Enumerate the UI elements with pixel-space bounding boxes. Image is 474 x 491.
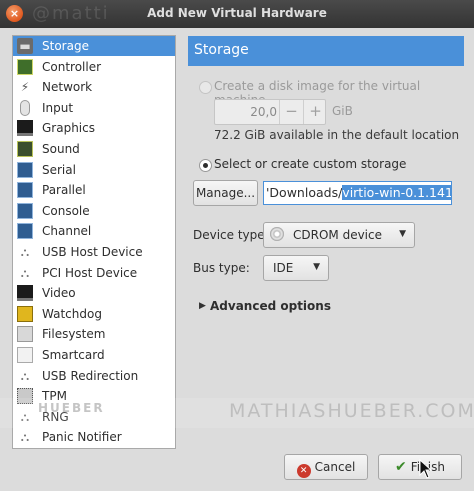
sidebar-item-label: Sound bbox=[42, 142, 80, 156]
disk-size-value: 20,0 bbox=[250, 105, 277, 119]
network-plug-icon: ⚡ bbox=[20, 80, 30, 95]
usb-icon: ⛬ bbox=[20, 368, 30, 383]
advanced-options-expander[interactable]: Advanced options bbox=[210, 299, 331, 313]
custom-storage-label: Select or create custom storage bbox=[214, 157, 407, 171]
port-icon bbox=[17, 182, 33, 199]
device-type-value: CDROM device bbox=[293, 228, 382, 242]
panel-header: Storage bbox=[188, 36, 464, 66]
sidebar-item-smartcard[interactable]: Smartcard bbox=[13, 345, 175, 365]
manage-button[interactable]: Manage... bbox=[193, 180, 258, 206]
cdrom-icon bbox=[270, 227, 284, 241]
minus-icon[interactable]: − bbox=[279, 100, 303, 124]
sidebar-item-graphics[interactable]: Graphics bbox=[13, 118, 175, 138]
sidebar-item-label: Network bbox=[42, 80, 93, 95]
watermark-big: MATHIASHUEBER.COM bbox=[229, 400, 474, 422]
bus-type-value: IDE bbox=[273, 261, 294, 275]
add-hardware-dialog: × @matti Add New Virtual Hardware ▬ Stor… bbox=[0, 0, 474, 491]
sidebar-item-label: Panic Notifier bbox=[42, 430, 122, 445]
mouse-cursor-icon bbox=[419, 459, 433, 479]
bus-type-select[interactable]: IDE ▼ bbox=[263, 255, 329, 281]
sidebar-item-label: Console bbox=[42, 203, 90, 218]
port-icon bbox=[17, 161, 33, 178]
sidebar-item-controller[interactable]: Controller bbox=[13, 57, 175, 77]
sidebar-item-pci-host-device[interactable]: ⛬ PCI Host Device bbox=[13, 263, 175, 283]
mouse-icon bbox=[20, 99, 30, 116]
filesystem-icon bbox=[17, 326, 33, 343]
sidebar-item-label: Watchdog bbox=[42, 306, 102, 321]
sidebar-item-serial[interactable]: Serial bbox=[13, 160, 175, 180]
sidebar-item-label: Channel bbox=[42, 224, 92, 239]
chevron-down-icon: ▼ bbox=[399, 229, 406, 239]
path-selected: virtio-win-0.1.141.iso bbox=[342, 185, 451, 200]
sidebar-item-label: Video bbox=[42, 286, 76, 301]
watermark-small: HUEBER bbox=[38, 401, 105, 415]
disk-size-stepper[interactable]: 20,0 − + bbox=[214, 99, 326, 125]
smartcard-icon bbox=[17, 347, 33, 363]
available-space-text: 72.2 GiB available in the default locati… bbox=[214, 128, 460, 142]
sidebar-item-label: USB Host Device bbox=[42, 245, 143, 259]
device-type-label: Device type: bbox=[193, 228, 269, 242]
sound-card-icon bbox=[17, 141, 33, 157]
sidebar-item-sound[interactable]: Sound bbox=[13, 139, 175, 159]
disk-size-unit: GiB bbox=[332, 104, 353, 118]
hardware-list[interactable]: ▬ Storage Controller ⚡ Network Input Gra… bbox=[12, 35, 176, 449]
chip-icon bbox=[17, 58, 33, 75]
window-title: Add New Virtual Hardware bbox=[147, 6, 327, 20]
sidebar-item-channel[interactable]: Channel bbox=[13, 221, 175, 241]
monitor-icon bbox=[17, 285, 33, 302]
sidebar-item-label: Graphics bbox=[42, 121, 95, 136]
cancel-button[interactable]: ✕ Cancel bbox=[284, 454, 368, 480]
sidebar-item-label: PCI Host Device bbox=[42, 265, 138, 280]
sidebar-item-usb-redirection[interactable]: ⛬ USB Redirection bbox=[13, 366, 175, 386]
cancel-icon: ✕ bbox=[296, 464, 311, 478]
sidebar-item-label: Smartcard bbox=[42, 348, 105, 362]
path-prefix: 'Downloads/ bbox=[266, 185, 343, 200]
sidebar-item-label: Controller bbox=[42, 59, 102, 74]
sidebar-item-video[interactable]: Video bbox=[13, 283, 175, 303]
sidebar-item-storage[interactable]: ▬ Storage bbox=[13, 36, 175, 56]
sidebar-item-label: Input bbox=[42, 100, 74, 115]
watchdog-icon bbox=[17, 305, 33, 322]
storage-path-input[interactable]: 'Downloads/virtio-win-0.1.141.iso bbox=[263, 181, 452, 205]
custom-storage-radio[interactable] bbox=[199, 159, 212, 172]
create-disk-radio[interactable] bbox=[199, 81, 212, 94]
sidebar-item-network[interactable]: ⚡ Network bbox=[13, 77, 175, 97]
checkmark-icon: ✔ bbox=[395, 459, 407, 475]
sidebar-item-parallel[interactable]: Parallel bbox=[13, 180, 175, 200]
plus-icon[interactable]: + bbox=[303, 100, 327, 124]
chevron-down-icon: ▼ bbox=[313, 262, 320, 272]
sidebar-item-label: Serial bbox=[42, 162, 76, 177]
port-icon bbox=[17, 223, 33, 240]
sidebar-item-label: Parallel bbox=[42, 183, 86, 198]
title-bar: × @matti Add New Virtual Hardware bbox=[0, 0, 474, 28]
chevron-right-icon[interactable]: ▶ bbox=[199, 301, 206, 311]
sidebar-item-label: USB Redirection bbox=[42, 368, 139, 383]
sidebar-item-watchdog[interactable]: Watchdog bbox=[13, 304, 175, 324]
sidebar-item-panic-notifier[interactable]: ⛬ Panic Notifier bbox=[13, 427, 175, 447]
cancel-label: Cancel bbox=[314, 460, 356, 474]
sidebar-item-input[interactable]: Input bbox=[13, 98, 175, 118]
usb-icon: ⛬ bbox=[20, 245, 30, 259]
usb-icon: ⛬ bbox=[20, 430, 30, 445]
sidebar-item-usb-host-device[interactable]: ⛬ USB Host Device bbox=[13, 242, 175, 262]
bus-type-label: Bus type: bbox=[193, 261, 250, 275]
port-icon bbox=[17, 202, 33, 219]
sidebar-item-label: Storage bbox=[42, 39, 89, 53]
device-type-select[interactable]: CDROM device ▼ bbox=[263, 222, 415, 248]
sidebar-item-label: Filesystem bbox=[42, 327, 106, 342]
panel-title: Storage bbox=[194, 42, 249, 58]
monitor-icon bbox=[17, 120, 33, 137]
disk-icon: ▬ bbox=[17, 38, 33, 54]
sidebar-item-filesystem[interactable]: Filesystem bbox=[13, 324, 175, 344]
usb-icon: ⛬ bbox=[20, 265, 30, 280]
sidebar-item-console[interactable]: Console bbox=[13, 201, 175, 221]
